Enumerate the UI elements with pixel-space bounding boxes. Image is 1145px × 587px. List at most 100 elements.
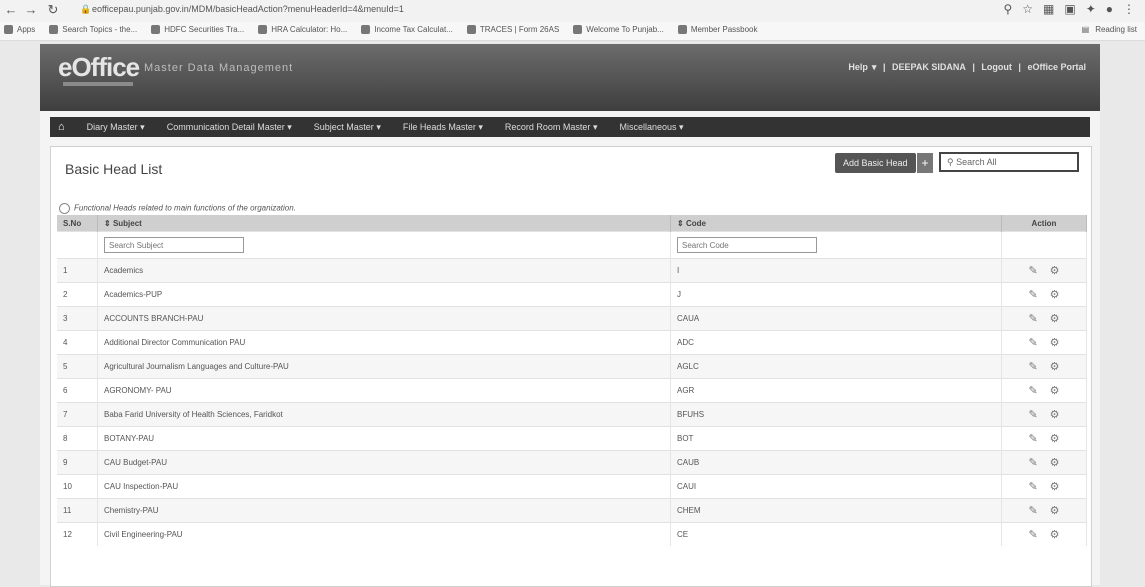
reading-list[interactable]: ▤ Reading list <box>1082 25 1137 34</box>
bookmark-icon <box>573 25 583 34</box>
main-menu: ⌂ Diary Master ▾ Communication Detail Ma… <box>50 117 1090 137</box>
bookmark-icon <box>151 25 161 34</box>
edit-icon[interactable]: ✎ <box>1028 336 1037 349</box>
deactivate-icon[interactable]: ⚙ <box>1050 384 1060 397</box>
bookmark[interactable]: Member Passbook <box>677 25 758 34</box>
edit-icon[interactable]: ✎ <box>1028 360 1037 373</box>
info-text: Functional Heads related to main functio… <box>59 203 296 214</box>
deactivate-icon[interactable]: ⚙ <box>1050 504 1060 517</box>
app-window: eOffice Master Data Management Help ▾ | D… <box>40 44 1100 587</box>
deactivate-icon[interactable]: ⚙ <box>1050 480 1060 493</box>
menu-record-room-master[interactable]: Record Room Master ▾ <box>505 122 598 133</box>
cell-subject: Academics-PUP <box>97 282 671 307</box>
menu-miscellaneous[interactable]: Miscellaneous ▾ <box>619 122 683 133</box>
eoffice-logo: eOffice <box>58 52 140 82</box>
cell-subject: ACCOUNTS BRANCH-PAU <box>97 306 671 331</box>
puzzle-icon[interactable]: ✦ <box>1086 2 1096 16</box>
edit-icon[interactable]: ✎ <box>1028 384 1037 397</box>
menu-file-heads-master[interactable]: File Heads Master ▾ <box>403 122 483 133</box>
deactivate-icon[interactable]: ⚙ <box>1050 360 1060 373</box>
menu-diary-master[interactable]: Diary Master ▾ <box>87 122 145 133</box>
bookmark[interactable]: TRACES | Form 26AS <box>466 25 559 34</box>
search-all-input[interactable]: ⚲ Search All <box>939 152 1079 172</box>
cell-subject: Additional Director Communication PAU <box>97 330 671 355</box>
deactivate-icon[interactable]: ⚙ <box>1050 264 1060 277</box>
cell-code: J <box>670 282 1002 307</box>
deactivate-icon[interactable]: ⚙ <box>1050 432 1060 445</box>
profile-icon[interactable]: ● <box>1106 2 1113 16</box>
header-links: Help ▾ | DEEPAK SIDANA | Logout | eOffice… <box>848 62 1086 72</box>
menu-subject-master[interactable]: Subject Master ▾ <box>314 122 381 133</box>
table-row: 7 Baba Farid University of Health Science… <box>57 402 1087 427</box>
bookmark-icon <box>361 25 371 34</box>
header-code[interactable]: ⇕ Code <box>670 215 1002 232</box>
url-text[interactable]: eofficepau.punjab.gov.in/MDM/basicHeadAc… <box>92 4 404 14</box>
bookmark[interactable]: HDFC Securities Tra... <box>151 25 244 34</box>
plus-button[interactable]: + <box>917 153 933 173</box>
bookmark-apps[interactable]: Apps <box>4 25 35 34</box>
filter-row <box>57 231 1087 259</box>
bookmark[interactable]: HRA Calculator: Ho... <box>258 25 347 34</box>
forward-icon[interactable]: → <box>24 3 38 17</box>
reload-icon[interactable]: ↻ <box>46 3 60 17</box>
edit-icon[interactable]: ✎ <box>1028 432 1037 445</box>
search-subject-input[interactable] <box>104 237 244 253</box>
deactivate-icon[interactable]: ⚙ <box>1050 456 1060 469</box>
edit-icon[interactable]: ✎ <box>1028 408 1037 421</box>
extension-icon[interactable]: ▦ <box>1043 2 1054 16</box>
apps-grid-icon <box>4 25 13 34</box>
cell-code: AGR <box>670 378 1002 403</box>
edit-icon[interactable]: ✎ <box>1028 264 1037 277</box>
cell-code: CHEM <box>670 498 1002 523</box>
zoom-icon[interactable]: ⚲ <box>1003 2 1012 16</box>
table-row: 11 Chemistry-PAU CHEM ✎ ⚙ <box>57 498 1087 523</box>
basic-head-table: S.No ⇕ Subject ⇕ Code Action 1AcademicsI… <box>57 215 1087 546</box>
cell-sno: 9 <box>57 450 98 475</box>
app-header: eOffice Master Data Management Help ▾ | D… <box>40 44 1100 111</box>
cell-code: ADC <box>670 330 1002 355</box>
cell-subject: BOTANY-PAU <box>97 426 671 451</box>
portal-link[interactable]: eOffice Portal <box>1027 62 1086 72</box>
table-row: 9 CAU Budget-PAU CAUB ✎ ⚙ <box>57 450 1087 475</box>
cell-subject: CAU Budget-PAU <box>97 450 671 475</box>
table-row: 2 Academics-PUP J ✎ ⚙ <box>57 282 1087 307</box>
bookmark-icon <box>258 25 268 34</box>
menu-dots-icon[interactable]: ⋮ <box>1123 2 1135 16</box>
deactivate-icon[interactable]: ⚙ <box>1050 288 1060 301</box>
edit-icon[interactable]: ✎ <box>1028 480 1037 493</box>
logout-link[interactable]: Logout <box>981 62 1012 72</box>
add-basic-head-button[interactable]: Add Basic Head <box>835 153 916 173</box>
deactivate-icon[interactable]: ⚙ <box>1050 312 1060 325</box>
header-sno: S.No <box>57 215 98 232</box>
cell-code: BFUHS <box>670 402 1002 427</box>
cell-sno: 8 <box>57 426 98 451</box>
edit-icon[interactable]: ✎ <box>1028 288 1037 301</box>
menu-communication-detail-master[interactable]: Communication Detail Master ▾ <box>167 122 292 133</box>
help-link[interactable]: Help <box>848 62 868 72</box>
cell-subject: Civil Engineering-PAU <box>97 522 671 546</box>
header-subject[interactable]: ⇕ Subject <box>97 215 671 232</box>
star-icon[interactable]: ☆ <box>1022 2 1033 16</box>
bookmark[interactable]: Search Topics - the... <box>49 25 137 34</box>
table-row: 10 CAU Inspection-PAU CAUI ✎ ⚙ <box>57 474 1087 499</box>
bookmark[interactable]: Income Tax Calculat... <box>361 25 453 34</box>
bookmark[interactable]: Welcome To Punjab... <box>573 25 664 34</box>
extension-icon[interactable]: ▣ <box>1064 2 1075 16</box>
search-code-input[interactable] <box>677 237 817 253</box>
bookmarks-bar: Apps Search Topics - the... HDFC Securit… <box>0 22 1145 41</box>
deactivate-icon[interactable]: ⚙ <box>1050 336 1060 349</box>
logo-tagline-bar <box>63 82 133 86</box>
home-icon[interactable]: ⌂ <box>58 121 65 133</box>
back-icon[interactable]: ← <box>4 3 18 17</box>
deactivate-icon[interactable]: ⚙ <box>1050 528 1060 541</box>
cell-sno: 11 <box>57 498 98 523</box>
edit-icon[interactable]: ✎ <box>1028 528 1037 541</box>
table-row: 1 Academics I ✎ ⚙ <box>57 258 1087 283</box>
edit-icon[interactable]: ✎ <box>1028 456 1037 469</box>
edit-icon[interactable]: ✎ <box>1028 504 1037 517</box>
deactivate-icon[interactable]: ⚙ <box>1050 408 1060 421</box>
user-name: DEEPAK SIDANA <box>892 62 966 72</box>
bookmark-icon <box>466 25 476 34</box>
edit-icon[interactable]: ✎ <box>1028 312 1037 325</box>
cell-code: BOT <box>670 426 1002 451</box>
